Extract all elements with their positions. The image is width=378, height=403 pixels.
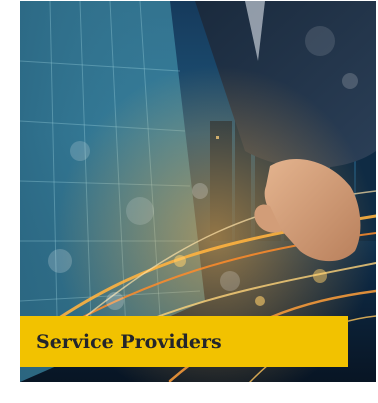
card-title: Service Providers: [36, 330, 222, 353]
service-providers-card[interactable]: Service Providers: [20, 1, 376, 382]
card-label-bar[interactable]: Service Providers: [20, 316, 348, 367]
